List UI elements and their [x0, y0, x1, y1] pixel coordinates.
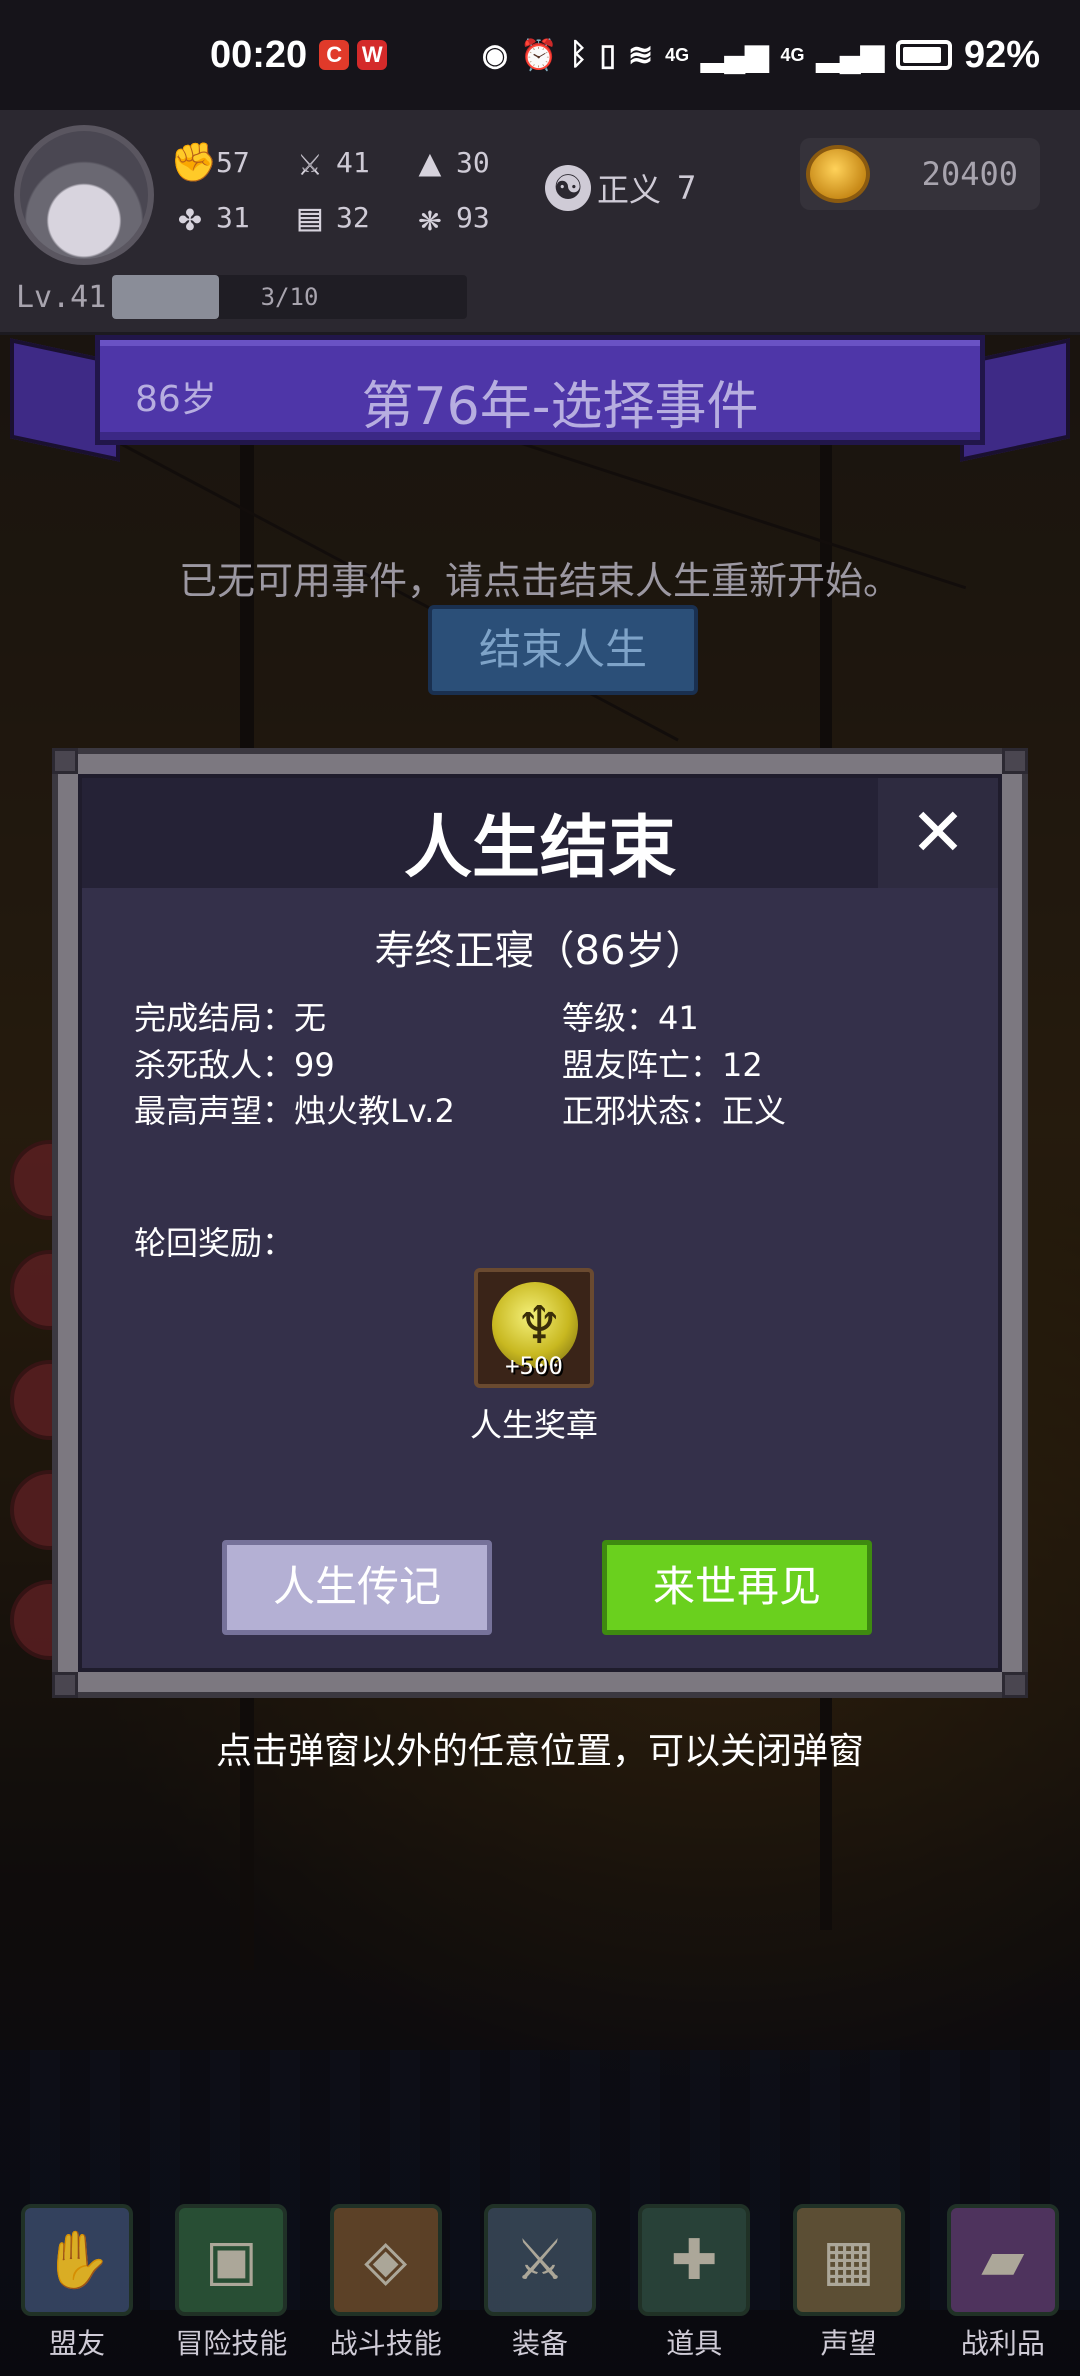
gold-value: 20400	[921, 155, 1018, 193]
stat-magic: ▲ 30	[410, 140, 490, 184]
biography-button[interactable]: 人生传记	[222, 1540, 492, 1635]
dialog-body: 人生结束 ✕ 寿终正寝（86岁） 完成结局：无 杀死敌人：99 最高声望：烛火教…	[78, 774, 1002, 1672]
player-panel: ✊ 57 ⚔ 41 ▲ 30 ✤ 31 ▤ 32 ❋ 93 ☯ 正义 7 204…	[0, 110, 1080, 335]
info-ally-deaths: 盟友阵亡：12	[562, 1046, 763, 1084]
xp-bar: 3/10	[112, 275, 467, 319]
dialog-header: 人生结束 ✕	[82, 778, 998, 888]
alarm-icon: ⏰	[520, 38, 558, 72]
stat-spirit: ❋ 93	[410, 195, 490, 239]
level-label: Lv.41	[16, 280, 107, 315]
life-end-dialog: 人生结束 ✕ 寿终正寝（86岁） 完成结局：无 杀死敌人：99 最高声望：烛火教…	[52, 748, 1028, 1698]
vibrate-icon: ▯	[599, 38, 616, 72]
avatar[interactable]	[14, 125, 154, 265]
reward-name: 人生奖章	[469, 1406, 598, 1444]
status-bar: 00:20 C W ◉ ⏰ ᛒ ▯ ≋ 4G ▂▄▆ 4G ▂▄▆ 92%	[0, 0, 1080, 110]
stat-value: 30	[456, 145, 490, 179]
reward-count: +500	[505, 1352, 563, 1380]
fist-icon: ✊	[170, 140, 218, 184]
nav-label: 冒险技能	[175, 2327, 288, 2360]
bottom-nav: ✋ 盟友 ▣ 冒险技能 ◈ 战斗技能 ⚔ 装备 ✚ 道具 ▦ 声望 ▰ 战利品	[0, 2190, 1080, 2376]
nav-items[interactable]: ✚ 道具	[617, 2190, 771, 2376]
frame-corner	[52, 1672, 78, 1698]
gold-display: 20400	[800, 138, 1040, 210]
clover-icon: ✤	[178, 195, 202, 239]
year-ribbon: 86岁 第76年-选择事件	[95, 335, 985, 445]
signal-icon-1: ▂▄▆	[701, 38, 769, 72]
book-icon: ▤	[298, 195, 322, 239]
clock: 00:20	[210, 33, 308, 76]
reward-label: 轮回奖励：	[134, 1224, 295, 1262]
close-icon[interactable]: ✕	[878, 778, 998, 888]
eye-icon: ◉	[481, 38, 509, 72]
adventure-book-icon: ▣	[175, 2204, 288, 2316]
nav-label: 盟友	[49, 2327, 106, 2360]
stat-value: 57	[216, 146, 250, 179]
alignment-label: 正义	[597, 171, 662, 209]
stat-strength: ✊ 57	[170, 140, 250, 185]
stat-attack: ⚔ 41	[290, 140, 370, 184]
nav-label: 战斗技能	[329, 2327, 442, 2360]
frame-corner	[1002, 748, 1028, 774]
next-life-button[interactable]: 来世再见	[602, 1540, 872, 1635]
frame-corner	[52, 748, 78, 774]
end-life-button[interactable]: 结束人生	[428, 605, 698, 695]
battery-icon	[895, 40, 952, 70]
wings-icon: ❋	[418, 195, 442, 239]
wifi-icon: ≋	[627, 38, 654, 72]
xp-text: 3/10	[260, 283, 319, 311]
nav-label: 装备	[511, 2327, 568, 2360]
equipment-armor-icon: ⚔	[483, 2204, 596, 2316]
stat-value: 93	[456, 200, 490, 234]
nav-adventure-skills[interactable]: ▣ 冒险技能	[154, 2190, 308, 2376]
app-badge-c: C	[319, 40, 350, 70]
stat-intellect: ▤ 32	[290, 195, 370, 239]
alignment-value: 7	[677, 169, 697, 207]
nav-allies[interactable]: ✋ 盟友	[0, 2190, 154, 2376]
stat-value: 31	[216, 200, 250, 234]
nav-label: 战利品	[960, 2327, 1045, 2360]
info-kills: 杀死敌人：99	[134, 1046, 335, 1084]
bluetooth-icon: ᛒ	[569, 38, 588, 71]
info-reputation: 最高声望：烛火教Lv.2	[134, 1092, 455, 1130]
no-event-message: 已无可用事件，请点击结束人生重新开始。	[178, 559, 901, 603]
battery-percent: 92%	[963, 33, 1040, 76]
coin-icon	[806, 145, 870, 203]
nav-label: 道具	[666, 2327, 723, 2360]
info-level: 等级：41	[562, 999, 699, 1037]
sword-icon: ⚔	[298, 140, 322, 184]
reward-item[interactable]: ♆ +500	[474, 1268, 594, 1388]
death-cause: 寿终正寝（86岁）	[374, 928, 706, 974]
year-title: 第76年-选择事件	[361, 377, 759, 437]
nav-loot[interactable]: ▰ 战利品	[926, 2190, 1080, 2376]
item-bag-icon: ✚	[638, 2204, 751, 2316]
wizard-hat-icon: ▲	[418, 140, 442, 184]
info-ending: 完成结局：无	[134, 999, 327, 1037]
network-type-2: 4G	[780, 44, 805, 65]
stat-value: 32	[336, 200, 370, 234]
reputation-scroll-icon: ▦	[792, 2204, 905, 2316]
yin-yang-icon: ☯	[545, 165, 591, 211]
ally-glove-icon: ✋	[21, 2204, 134, 2316]
stat-value: 41	[336, 145, 370, 179]
battle-backpack-icon: ◈	[329, 2204, 442, 2316]
loot-chest-icon: ▰	[946, 2204, 1059, 2316]
info-alignment: 正邪状态：正义	[562, 1092, 787, 1130]
nav-equipment[interactable]: ⚔ 装备	[463, 2190, 617, 2376]
frame-corner	[1002, 1672, 1028, 1698]
network-type-1: 4G	[665, 44, 690, 65]
signal-icon-2: ▂▄▆	[816, 38, 884, 72]
nav-label: 声望	[820, 2327, 877, 2360]
nav-reputation[interactable]: ▦ 声望	[771, 2190, 925, 2376]
dismiss-hint: 点击弹窗以外的任意位置，可以关闭弹窗	[215, 1731, 864, 1772]
stat-luck: ✤ 31	[170, 195, 250, 239]
app-badge-w: W	[357, 40, 388, 70]
nav-battle-skills[interactable]: ◈ 战斗技能	[309, 2190, 463, 2376]
dialog-title: 人生结束	[403, 809, 676, 888]
alignment: ☯ 正义 7	[545, 165, 696, 211]
